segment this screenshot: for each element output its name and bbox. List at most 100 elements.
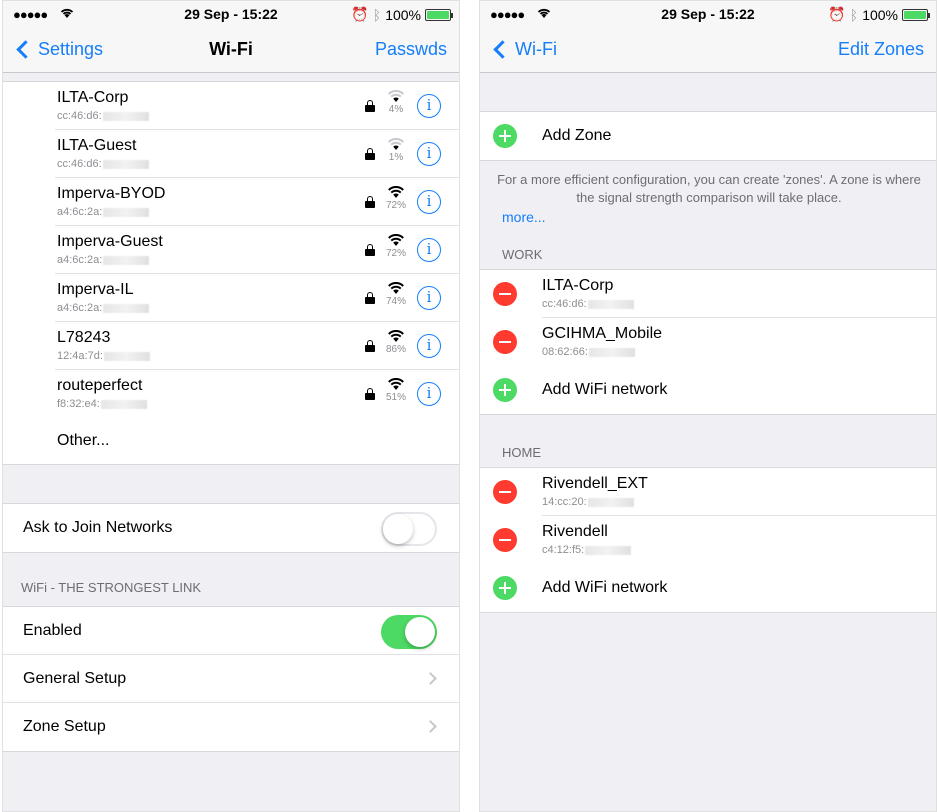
wifi-signal-icon: 74% xyxy=(383,282,409,307)
zone-network-mac: 08:62:66: xyxy=(542,346,635,358)
add-wifi-label: Add WiFi network xyxy=(542,579,668,596)
zone-network-row: Rivendell c4:12:f5: xyxy=(480,516,936,564)
add-wifi-network-row[interactable]: Add WiFi network xyxy=(480,366,936,414)
add-icon xyxy=(493,124,517,148)
zone-network-mac: cc:46:d6: xyxy=(542,298,634,310)
zone-network-name: Rivendell xyxy=(542,523,608,540)
lock-icon xyxy=(365,244,375,256)
network-row[interactable]: ILTA-Guest cc:46:d6: 1% i xyxy=(55,130,459,178)
bluetooth-icon: ᛒ xyxy=(849,6,859,23)
network-name: Imperva-BYOD xyxy=(57,185,166,202)
wifi-signal-icon: 86% xyxy=(383,330,409,355)
ask-to-join-toggle[interactable] xyxy=(381,512,437,546)
alarm-icon: ⏰ xyxy=(828,6,846,22)
info-icon[interactable]: i xyxy=(417,286,441,310)
status-bar: ●●●●● 29 Sep - 15:22 ⏰ ᛒ 100% xyxy=(3,1,459,27)
signal-percent: 86% xyxy=(385,344,406,355)
lock-icon xyxy=(365,100,375,112)
add-wifi-label: Add WiFi network xyxy=(542,381,668,398)
more-link[interactable]: more... xyxy=(480,209,936,225)
add-wifi-network-row[interactable]: Add WiFi network xyxy=(480,564,936,612)
add-icon xyxy=(493,576,517,600)
enabled-row: Enabled xyxy=(3,607,459,655)
enabled-toggle[interactable] xyxy=(381,615,437,649)
general-setup-row[interactable]: General Setup xyxy=(3,655,459,703)
lock-icon xyxy=(365,292,375,304)
network-mac: a4:6c:2a: xyxy=(57,254,150,266)
network-name: Imperva-Guest xyxy=(57,233,163,250)
battery-percent: 100% xyxy=(862,6,898,23)
network-row[interactable]: Imperva-Guest a4:6c:2a: 72% i xyxy=(55,226,459,274)
info-icon[interactable]: i xyxy=(417,190,441,214)
nav-bar: Wi-Fi Edit Zones xyxy=(480,27,936,73)
info-icon[interactable]: i xyxy=(417,142,441,166)
network-row[interactable]: L78243 12:4a:7d: 86% i xyxy=(55,322,459,370)
network-name: ILTA-Corp xyxy=(57,89,129,106)
network-name: L78243 xyxy=(57,329,111,346)
remove-icon[interactable] xyxy=(493,528,517,552)
zone-network-mac: c4:12:f5: xyxy=(542,544,632,556)
add-zone-row[interactable]: Add Zone xyxy=(480,112,936,160)
signal-percent: 51% xyxy=(385,392,406,403)
other-label: Other... xyxy=(57,432,110,449)
add-zone-group: Add Zone xyxy=(480,111,936,161)
signal-percent: 1% xyxy=(388,152,404,163)
edit-zones-button[interactable]: Edit Zones xyxy=(838,39,924,60)
zone-network-mac: 14:cc:20: xyxy=(542,496,634,508)
nav-bar: Settings Wi-Fi Passwds xyxy=(3,27,459,73)
back-button[interactable]: Wi-Fi xyxy=(490,39,557,60)
lock-icon xyxy=(365,196,375,208)
info-icon[interactable]: i xyxy=(417,382,441,406)
ask-to-join-row: Ask to Join Networks xyxy=(3,504,459,552)
wifi-signal-icon: 1% xyxy=(383,138,409,163)
enabled-label: Enabled xyxy=(23,622,82,639)
network-row[interactable]: routeperfect f8:32:e4: 51% i xyxy=(55,370,459,418)
lock-icon xyxy=(365,340,375,352)
other-network-button[interactable]: Other... xyxy=(55,418,459,464)
network-mac: 12:4a:7d: xyxy=(57,350,150,362)
wifi-signal-icon: 4% xyxy=(383,90,409,115)
network-row[interactable]: Imperva-BYOD a4:6c:2a: 72% i xyxy=(55,178,459,226)
passwords-button[interactable]: Passwds xyxy=(375,39,447,60)
work-zone-group: ILTA-Corp cc:46:d6: GCIHMA_Mobile 08:62:66:… xyxy=(480,269,936,415)
zone-setup-label: Zone Setup xyxy=(23,718,106,735)
remove-icon[interactable] xyxy=(493,480,517,504)
zone-network-row: Rivendell_EXT 14:cc:20: xyxy=(480,468,936,516)
home-header: HOME xyxy=(502,445,541,460)
section-header: WiFi - THE STRONGEST LINK xyxy=(21,580,202,595)
status-right: ⏰ ᛒ 100% xyxy=(828,6,930,23)
settings-group: Enabled General Setup Zone Setup xyxy=(3,606,459,752)
network-name: Imperva-IL xyxy=(57,281,134,298)
status-right: ⏰ ᛒ 100% xyxy=(351,6,453,23)
chevron-left-icon xyxy=(493,40,512,59)
info-icon[interactable]: i xyxy=(417,238,441,262)
zone-network-name: ILTA-Corp xyxy=(542,277,614,294)
wifi-signal-icon: 51% xyxy=(383,378,409,403)
signal-percent: 72% xyxy=(385,248,406,259)
battery-percent: 100% xyxy=(385,6,421,23)
zone-setup-row[interactable]: Zone Setup xyxy=(3,703,459,751)
remove-icon[interactable] xyxy=(493,330,517,354)
general-setup-label: General Setup xyxy=(23,670,127,687)
zone-network-name: GCIHMA_Mobile xyxy=(542,325,663,342)
work-header: WORK xyxy=(502,247,543,262)
network-mac: cc:46:d6: xyxy=(57,110,149,122)
add-zone-label: Add Zone xyxy=(542,127,612,144)
info-icon[interactable]: i xyxy=(417,334,441,358)
ask-to-join-label: Ask to Join Networks xyxy=(23,519,173,536)
lock-icon xyxy=(365,388,375,400)
network-mac: cc:46:d6: xyxy=(57,158,149,170)
remove-icon[interactable] xyxy=(493,282,517,306)
network-name: ILTA-Guest xyxy=(57,137,137,154)
battery-icon xyxy=(425,8,453,21)
network-row[interactable]: ILTA-Corp cc:46:d6: 4% i xyxy=(55,82,459,130)
zone-network-row: GCIHMA_Mobile 08:62:66: xyxy=(480,318,936,366)
network-row[interactable]: Imperva-IL a4:6c:2a: 74% i xyxy=(55,274,459,322)
wifi-signal-icon: 72% xyxy=(383,186,409,211)
zones-description: For a more efficient configuration, you … xyxy=(497,172,921,205)
battery-icon xyxy=(902,8,930,21)
network-mac: a4:6c:2a: xyxy=(57,302,150,314)
info-icon[interactable]: i xyxy=(417,94,441,118)
network-mac: f8:32:e4: xyxy=(57,398,147,410)
zones-screen: ●●●●● 29 Sep - 15:22 ⏰ ᛒ 100% Wi-Fi Edit… xyxy=(479,0,937,812)
